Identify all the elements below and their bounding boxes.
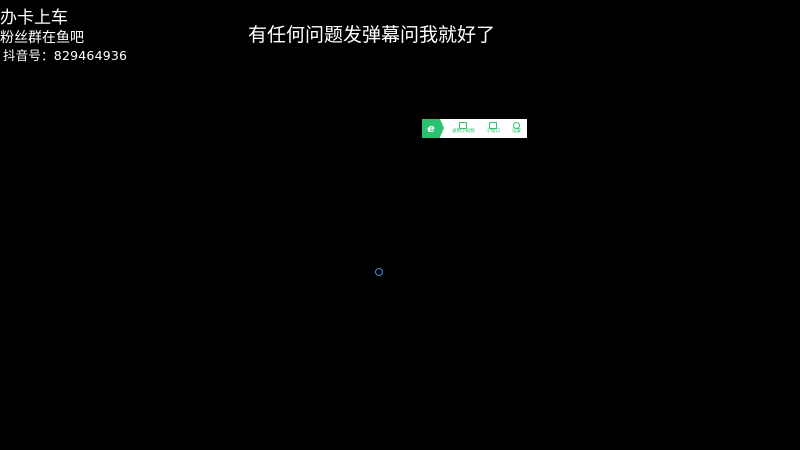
overlay-line-fan-group: 粉丝群在鱼吧 (0, 29, 84, 46)
stream-caption: 有任何问题发弹幕问我就好了 (248, 24, 496, 46)
toolbar-logo-icon: e (422, 119, 444, 138)
toolbar-logo-letter: e (427, 122, 435, 135)
stream-info-overlay: 办卡上车 粉丝群在鱼吧 抖音号：829464936 (0, 8, 128, 63)
small-window-button[interactable]: 小窗口 (486, 122, 501, 135)
record-video-button[interactable]: 录制小视频 (452, 122, 475, 135)
overlay-line-card: 办卡上车 (0, 8, 68, 28)
record-video-label: 录制小视频 (452, 129, 475, 135)
loading-spinner-icon (375, 268, 383, 276)
mini-toolbar: e 录制小视频 小窗口 设置 (422, 119, 527, 138)
overlay-line-douyin-id: 抖音号：829464936 (3, 47, 128, 63)
settings-button[interactable]: 设置 (512, 122, 521, 135)
small-window-label: 小窗口 (486, 129, 501, 135)
toolbar-items: 录制小视频 小窗口 设置 (440, 119, 527, 138)
settings-label: 设置 (512, 129, 521, 135)
